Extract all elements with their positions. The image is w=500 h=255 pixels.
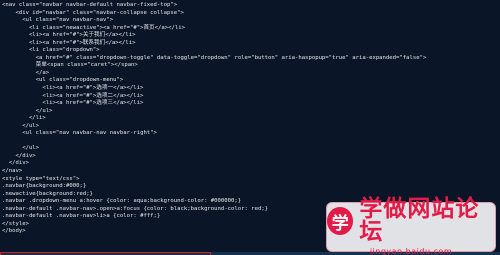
watermark: 学 学做网站论坛 jingyan.baidu.com <box>326 198 496 255</box>
code-line[interactable]: </ul> <box>2 145 500 153</box>
code-line-text: <div id="navbar" class="navbar-collapse … <box>2 9 184 16</box>
code-line[interactable]: 菜单<span class="caret"></span> <box>2 62 500 70</box>
code-line-text: 菜单<span class="caret"></span> <box>2 62 138 69</box>
code-line-text: <li><a href="#">选项三</a></li> <box>2 100 144 107</box>
code-line-text: </div> <box>2 160 29 167</box>
code-line-text: <li><a href="#">联系我们</a></li> <box>2 39 136 46</box>
code-line[interactable]: <li class="dropdown"> <box>2 47 500 55</box>
code-line[interactable]: </ul> <box>2 108 500 116</box>
code-line-text: .navbar-default .navbar-nav>li>a {color:… <box>2 213 161 220</box>
code-line[interactable]: </a> <box>2 70 500 78</box>
code-line[interactable]: <ul class="nav navbar-nav navbar-right"> <box>2 130 500 138</box>
code-line-text: </a> <box>2 69 50 76</box>
code-line[interactable]: </div> <box>2 153 500 161</box>
code-line[interactable]: <ul class="nav navbar-nav"> <box>2 17 500 25</box>
code-editor[interactable]: <nav class="navbar navbar-default navbar… <box>0 0 500 255</box>
code-line-text: </li> <box>2 115 46 122</box>
code-line-text: .navbar .dropdown-menu a:hover {color: a… <box>2 198 242 205</box>
watermark-url: jingyan.baidu.com <box>369 247 453 255</box>
code-line-text: <li class="dropdown"> <box>2 47 100 54</box>
code-line-text: </style> <box>2 220 29 227</box>
code-line-text: <nav class="navbar navbar-default navbar… <box>2 2 178 8</box>
code-line-text: .newactive{background:red;} <box>2 190 93 197</box>
code-line[interactable]: <li><a href="#">选项一</a></li> <box>2 85 500 93</box>
code-line[interactable]: .navbar{background:#000;} <box>2 183 500 191</box>
code-line-text: </nav> <box>2 168 23 175</box>
code-line-text: </ul> <box>2 145 40 152</box>
code-line[interactable]: <style type="text/css"> <box>2 176 500 184</box>
code-line[interactable]: <nav class="navbar navbar-default navbar… <box>2 2 500 10</box>
code-line[interactable]: <li><a href="#">选项二</a></li> <box>2 93 500 101</box>
code-line[interactable]: <li><a href="#">联系我们</a></li> <box>2 40 500 48</box>
code-line-text: </ul> <box>2 107 53 114</box>
code-line-text: <ul class="dropdown-menu"> <box>2 77 124 84</box>
code-line-text: </body> <box>2 228 26 235</box>
code-line-text: <ul class="nav navbar-nav"> <box>2 17 114 24</box>
watermark-title: 学做网站论坛 <box>359 196 480 245</box>
code-line-text: <li><a href="#">选项一</a></li> <box>2 85 144 92</box>
code-line[interactable]: </div> <box>2 160 500 168</box>
code-line[interactable]: <li><a href="#">关于我们</a></li> <box>2 32 500 40</box>
code-line[interactable]: </ul> <box>2 123 500 131</box>
watermark-logo-icon: 学 <box>327 207 354 235</box>
code-line-text: .navbar-default .navbar-nav>.open>a:focu… <box>2 205 269 212</box>
code-line[interactable]: <div id="navbar" class="navbar-collapse … <box>2 10 500 18</box>
code-line-text: <ul class="nav navbar-nav navbar-right"> <box>2 130 157 137</box>
code-line[interactable]: <ul class="dropdown-menu"> <box>2 77 500 85</box>
code-line[interactable]: <li><a href="#">选项三</a></li> <box>2 100 500 108</box>
code-line-text: <style type="text/css"> <box>2 175 80 182</box>
code-line-text: .navbar{background:#000;} <box>2 183 87 190</box>
code-line-text: <li><a href="#">选项二</a></li> <box>2 92 144 99</box>
code-line-text: </div> <box>2 152 36 159</box>
watermark-top: 学 学做网站论坛 <box>327 198 495 244</box>
code-line[interactable]: </nav> <box>2 168 500 176</box>
code-line[interactable]: </li> <box>2 115 500 123</box>
code-line-text: <li><a href="#">关于我们</a></li> <box>2 32 136 39</box>
code-line-text: </ul> <box>2 122 40 129</box>
code-line[interactable] <box>2 138 500 146</box>
